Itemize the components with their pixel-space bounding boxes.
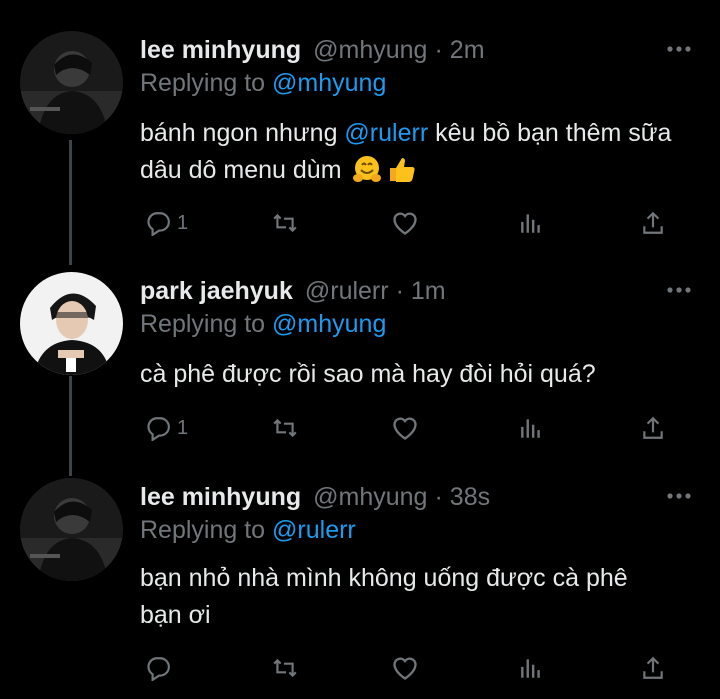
- tweet-actions: 1: [0, 206, 720, 240]
- avatar[interactable]: [20, 478, 123, 581]
- tweet[interactable]: park jaehyuk @rulerr · 1m Replying to @m…: [0, 272, 720, 472]
- replying-to-handle[interactable]: @mhyung: [272, 69, 386, 97]
- heart-icon: [391, 210, 419, 236]
- replying-to-handle[interactable]: @rulerr: [272, 516, 356, 544]
- retweet-icon: [272, 655, 298, 681]
- like-button[interactable]: [391, 411, 419, 445]
- more-icon[interactable]: [662, 486, 696, 506]
- tweet-header: park jaehyuk @rulerr · 1m: [140, 274, 446, 308]
- reply-count: 1: [177, 416, 189, 439]
- more-icon[interactable]: [662, 39, 696, 59]
- user-handle[interactable]: @rulerr: [305, 277, 389, 306]
- heart-icon: [391, 655, 419, 681]
- like-button[interactable]: [391, 206, 419, 240]
- analytics-icon: [518, 655, 544, 681]
- like-button[interactable]: [391, 651, 419, 685]
- avatar[interactable]: [20, 31, 123, 134]
- separator: ·: [434, 35, 443, 64]
- more-icon[interactable]: [662, 280, 696, 300]
- replying-prefix: Replying to: [140, 516, 273, 544]
- analytics-button[interactable]: [518, 651, 544, 685]
- reply-button[interactable]: [145, 651, 177, 685]
- share-icon: [640, 210, 666, 236]
- share-button[interactable]: [640, 411, 666, 445]
- replying-to: Replying to @rulerr: [140, 516, 356, 545]
- retweet-icon: [272, 415, 298, 441]
- reply-icon: [145, 210, 171, 236]
- analytics-button[interactable]: [518, 206, 544, 240]
- tweet[interactable]: lee minhyung @mhyung · 38s Replying to @…: [0, 478, 720, 699]
- share-icon: [640, 415, 666, 441]
- tweet-header: lee minhyung @mhyung · 2m: [140, 33, 485, 67]
- timestamp[interactable]: 1m: [411, 277, 446, 306]
- reply-icon: [145, 655, 171, 681]
- display-name[interactable]: park jaehyuk: [140, 277, 293, 306]
- retweet-icon: [272, 210, 298, 236]
- tweet-text: bánh ngon nhưng @rulerr kêu bồ bạn thêm …: [140, 115, 700, 195]
- tweet-actions: [0, 651, 720, 685]
- display-name[interactable]: lee minhyung: [140, 36, 301, 65]
- separator: ·: [395, 276, 404, 305]
- tweet-actions: 1: [0, 411, 720, 445]
- share-button[interactable]: [640, 206, 666, 240]
- tweet-text-part: bánh ngon nhưng: [140, 119, 345, 147]
- heart-icon: [391, 415, 419, 441]
- replying-to: Replying to @mhyung: [140, 69, 386, 98]
- replying-to-handle[interactable]: @mhyung: [272, 310, 386, 338]
- replying-to: Replying to @mhyung: [140, 310, 386, 339]
- share-button[interactable]: [640, 651, 666, 685]
- user-handle[interactable]: @mhyung: [313, 36, 427, 65]
- retweet-button[interactable]: [272, 651, 298, 685]
- analytics-icon: [518, 415, 544, 441]
- mention-link[interactable]: @rulerr: [344, 119, 428, 147]
- hugging-face-emoji: [352, 154, 382, 195]
- reply-button[interactable]: 1: [145, 411, 188, 445]
- avatar[interactable]: [20, 272, 123, 375]
- replying-prefix: Replying to: [140, 69, 273, 97]
- tweet-text: bạn nhỏ nhà mình không uống được cà phê …: [140, 564, 628, 629]
- display-name[interactable]: lee minhyung: [140, 483, 301, 512]
- separator: ·: [434, 482, 443, 511]
- analytics-icon: [518, 210, 544, 236]
- user-handle[interactable]: @mhyung: [313, 483, 427, 512]
- analytics-button[interactable]: [518, 411, 544, 445]
- timestamp[interactable]: 38s: [450, 483, 490, 512]
- tweet[interactable]: lee minhyung @mhyung · 2m Replying to @m…: [0, 31, 720, 241]
- reply-icon: [145, 415, 171, 441]
- timestamp[interactable]: 2m: [450, 36, 485, 65]
- reply-button[interactable]: 1: [145, 206, 188, 240]
- replying-prefix: Replying to: [140, 310, 273, 338]
- tweet-text: cà phê được rồi sao mà hay đòi hỏi quá?: [140, 360, 596, 388]
- share-icon: [640, 655, 666, 681]
- retweet-button[interactable]: [272, 411, 298, 445]
- reply-count: 1: [177, 211, 189, 234]
- retweet-button[interactable]: [272, 206, 298, 240]
- tweet-header: lee minhyung @mhyung · 38s: [140, 480, 490, 514]
- thumbs-up-emoji: [386, 154, 416, 195]
